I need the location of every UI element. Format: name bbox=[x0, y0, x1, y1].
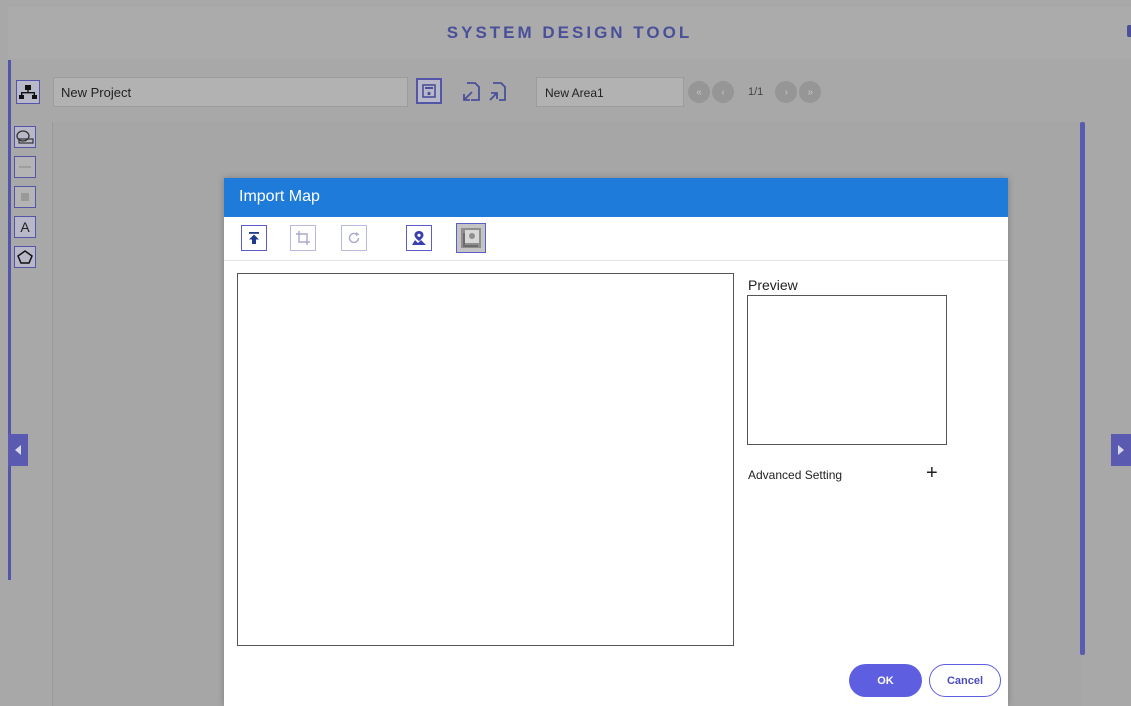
first-page-button[interactable]: « bbox=[688, 81, 710, 103]
preview-label: Preview bbox=[748, 277, 798, 293]
file-export-icon bbox=[489, 82, 506, 101]
save-icon bbox=[422, 84, 436, 98]
upload-icon bbox=[249, 232, 259, 244]
upload-map-button[interactable] bbox=[241, 225, 267, 251]
crop-icon bbox=[296, 231, 310, 245]
image-icon bbox=[461, 228, 481, 248]
file-import-icon bbox=[463, 82, 480, 101]
app-title: SYSTEM DESIGN TOOL bbox=[446, 23, 693, 42]
next-page-button[interactable]: › bbox=[775, 81, 798, 103]
arrow-left-icon bbox=[15, 445, 21, 455]
save-button[interactable] bbox=[416, 78, 442, 104]
page-navigator: « ‹ 1/1 › » bbox=[688, 79, 822, 105]
drawing-toolbar: A bbox=[14, 126, 40, 276]
import-map-dialog: Import Map Preview Advanced Setting + OK… bbox=[224, 178, 1008, 706]
pentagon-icon bbox=[17, 250, 33, 264]
crop-button[interactable] bbox=[290, 225, 316, 251]
project-tree-button[interactable] bbox=[16, 80, 40, 104]
prev-page-button[interactable]: ‹ bbox=[712, 81, 734, 103]
area-name-input[interactable]: New Area1 bbox=[536, 77, 684, 107]
hierarchy-icon bbox=[19, 85, 37, 99]
title-bar-corner-handle[interactable] bbox=[1127, 25, 1131, 37]
last-page-button[interactable]: » bbox=[799, 81, 822, 103]
rectangle-tool-button[interactable] bbox=[14, 186, 36, 208]
polygon-tool-button[interactable] bbox=[14, 246, 36, 268]
square-icon bbox=[21, 193, 29, 201]
expand-right-panel-button[interactable] bbox=[1111, 434, 1131, 466]
location-pin-button[interactable] bbox=[406, 225, 432, 251]
project-name-input[interactable]: New Project bbox=[53, 77, 408, 107]
dialog-toolbar bbox=[224, 217, 1008, 261]
top-toolbar: New Project New Area1 « ‹ 1/1 › » bbox=[12, 73, 1122, 113]
line-tool-button[interactable] bbox=[14, 156, 36, 178]
canvas-vertical-scrollbar[interactable] bbox=[1080, 122, 1085, 655]
cancel-button[interactable]: Cancel bbox=[929, 664, 1001, 697]
advanced-setting-expand-icon[interactable]: + bbox=[926, 463, 938, 483]
preview-box bbox=[747, 295, 947, 445]
import-button[interactable] bbox=[460, 80, 484, 104]
left-edge-strip bbox=[8, 60, 11, 580]
text-tool-button[interactable]: A bbox=[14, 216, 36, 238]
tape-measure-icon bbox=[16, 130, 34, 144]
arrow-right-icon bbox=[1118, 445, 1124, 455]
rotate-button[interactable] bbox=[341, 225, 367, 251]
collapse-left-panel-button[interactable] bbox=[8, 434, 28, 466]
ok-button[interactable]: OK bbox=[849, 664, 922, 697]
advanced-setting-label: Advanced Setting bbox=[748, 468, 843, 482]
line-icon bbox=[19, 166, 31, 168]
rotate-icon bbox=[348, 232, 360, 244]
title-bar: SYSTEM DESIGN TOOL bbox=[8, 7, 1131, 59]
export-button[interactable] bbox=[486, 80, 510, 104]
floor-tool-button[interactable] bbox=[14, 126, 36, 148]
map-marker-icon bbox=[412, 231, 426, 245]
map-editor-area[interactable] bbox=[237, 273, 734, 646]
dialog-header: Import Map bbox=[224, 178, 1008, 217]
dialog-title: Import Map bbox=[239, 188, 320, 205]
page-indicator: 1/1 bbox=[748, 86, 764, 98]
background-image-button[interactable] bbox=[456, 223, 486, 253]
